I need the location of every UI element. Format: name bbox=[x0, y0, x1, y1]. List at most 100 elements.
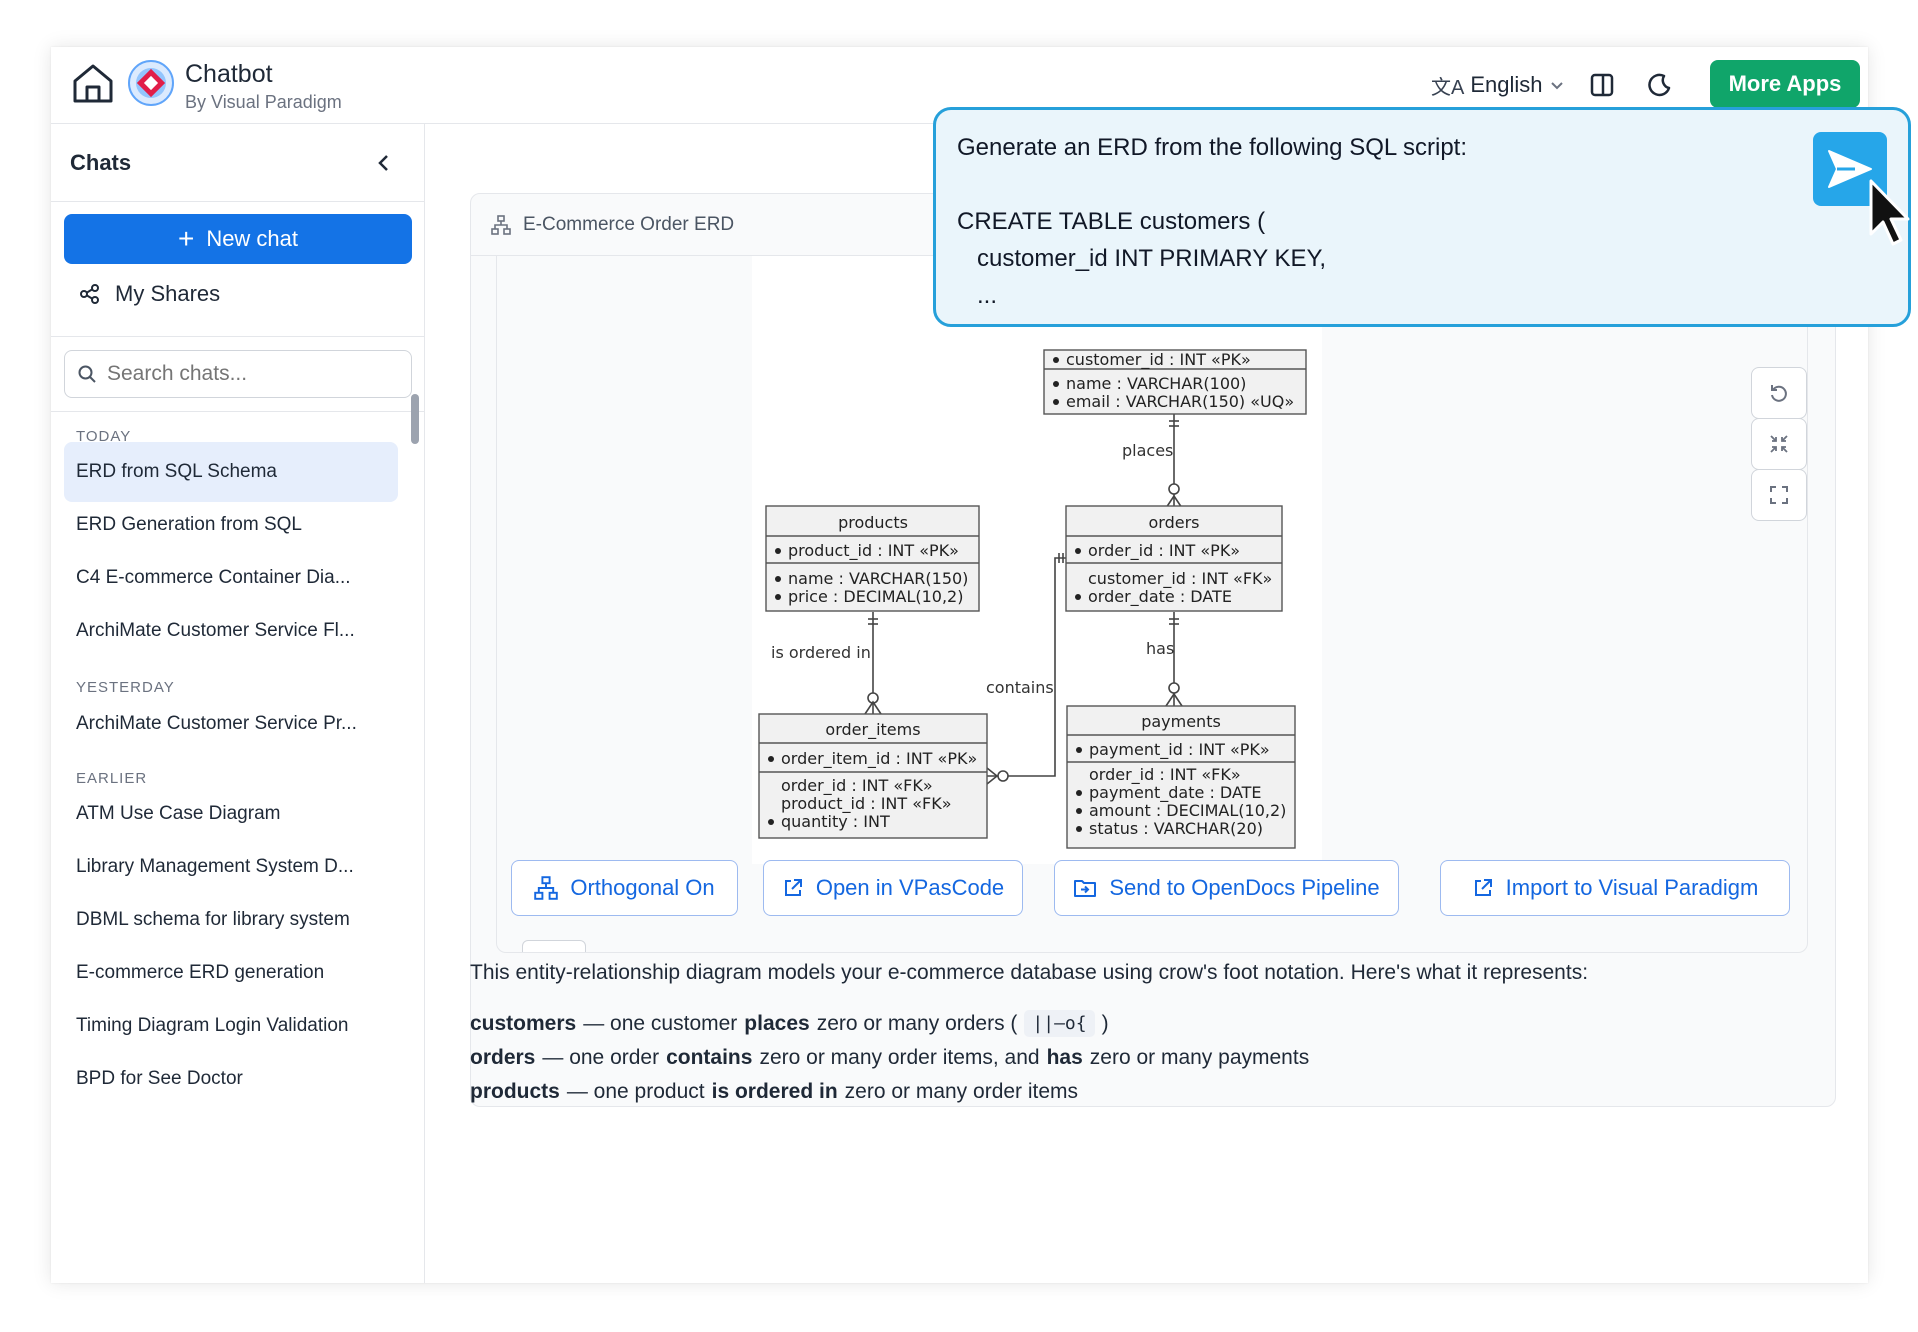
send-to-opendocs-button[interactable]: Send to OpenDocs Pipeline bbox=[1054, 860, 1399, 916]
entity-pk: order_item_id : INT «PK» bbox=[781, 749, 977, 769]
entity-orders[interactable]: orders order_id : INT «PK» customer_id :… bbox=[1065, 505, 1283, 612]
prompt-callout[interactable]: Generate an ERD from the following SQL s… bbox=[933, 107, 1911, 327]
verb-term: places bbox=[744, 1011, 810, 1035]
reset-view-button[interactable] bbox=[1751, 367, 1807, 419]
diagram-canvas[interactable]: places is ordered in contains has custom… bbox=[496, 256, 1808, 953]
translate-icon: 文A bbox=[1431, 76, 1465, 99]
notation-code: ||—o{ bbox=[1024, 1010, 1095, 1037]
app-subtitle: By Visual Paradigm bbox=[185, 92, 342, 112]
diagram-icon bbox=[534, 876, 559, 900]
chat-item[interactable]: Library Management System D... bbox=[64, 837, 398, 897]
response-line-products: products — one product is ordered in zer… bbox=[470, 1080, 1078, 1104]
response-text: zero or many orders ( bbox=[816, 1011, 1018, 1035]
erd-diagram: places is ordered in contains has custom… bbox=[752, 256, 1322, 864]
response-intro: This entity-relationship diagram models … bbox=[470, 961, 1589, 984]
chat-item[interactable]: DBML schema for library system bbox=[64, 890, 398, 950]
response-text: — one order bbox=[542, 1046, 660, 1069]
divider bbox=[51, 201, 424, 202]
import-vp-label: Import to Visual Paradigm bbox=[1505, 875, 1759, 900]
entity-name: products bbox=[838, 513, 908, 532]
entity-name: orders bbox=[1149, 513, 1200, 532]
open-vpascode-button[interactable]: Open in VPasCode bbox=[763, 860, 1023, 916]
folder-import-icon bbox=[1074, 880, 1097, 897]
entity-attribute: status : VARCHAR(20) bbox=[1089, 819, 1263, 838]
relation-label-has: has bbox=[1146, 639, 1174, 658]
entity-attribute: email : VARCHAR(150) «UQ» bbox=[1066, 392, 1294, 411]
entity-products[interactable]: products product_id : INT «PK» name : VA… bbox=[765, 505, 980, 612]
external-link-icon bbox=[784, 879, 802, 896]
entity-customers[interactable]: customer_id : INT «PK» name : VARCHAR(10… bbox=[1043, 349, 1307, 415]
entity-attribute: order_date : DATE bbox=[1088, 587, 1232, 607]
layout-toggle-button[interactable] bbox=[1586, 69, 1618, 101]
language-select[interactable]: 文A English bbox=[1431, 69, 1565, 101]
new-chat-label: New chat bbox=[206, 226, 299, 251]
entity-attribute: amount : DECIMAL(10,2) bbox=[1089, 801, 1286, 820]
entity-order-items[interactable]: order_items order_item_id : INT «PK» ord… bbox=[758, 713, 988, 839]
entity-term: customers bbox=[470, 1011, 577, 1035]
fit-to-screen-button[interactable] bbox=[1751, 418, 1807, 470]
more-apps-button[interactable]: More Apps bbox=[1710, 60, 1860, 108]
entity-attribute: order_id : INT «FK» bbox=[781, 776, 933, 796]
orthogonal-toggle-button[interactable]: Orthogonal On bbox=[511, 860, 738, 916]
chat-item[interactable]: Timing Diagram Login Validation bbox=[64, 996, 398, 1056]
fullscreen-button[interactable] bbox=[1751, 469, 1807, 521]
new-chat-button[interactable]: + New chat bbox=[64, 214, 412, 264]
response-text: ) bbox=[1101, 1011, 1109, 1035]
entity-attribute: name : VARCHAR(100) bbox=[1066, 374, 1246, 393]
my-shares-label: My Shares bbox=[115, 281, 221, 306]
chat-item[interactable]: ATM Use Case Diagram bbox=[64, 784, 398, 844]
share-icon bbox=[80, 284, 99, 304]
search-box[interactable] bbox=[64, 350, 412, 398]
entity-pk: product_id : INT «PK» bbox=[788, 541, 959, 561]
search-input[interactable] bbox=[107, 362, 387, 386]
fullscreen-icon bbox=[1770, 486, 1788, 504]
entity-payments[interactable]: payments payment_id : INT «PK» order_id … bbox=[1066, 705, 1296, 849]
response-line-customers: customers — one customer places zero or … bbox=[470, 1010, 1109, 1037]
entity-pk: order_id : INT «PK» bbox=[1088, 541, 1240, 561]
dark-mode-button[interactable] bbox=[1643, 69, 1675, 101]
chat-item[interactable]: ArchiMate Customer Service Pr... bbox=[64, 694, 398, 754]
prompt-text[interactable]: Generate an ERD from the following SQL s… bbox=[957, 129, 1467, 314]
sidebar-scrollbar[interactable] bbox=[411, 394, 419, 444]
chat-item[interactable]: ArchiMate Customer Service Fl... bbox=[64, 601, 398, 661]
relation-label-places: places bbox=[1122, 441, 1173, 460]
vpascode-label: Open in VPasCode bbox=[815, 875, 1005, 900]
entity-name: payments bbox=[1141, 712, 1221, 731]
minimize-icon bbox=[1770, 435, 1788, 453]
entity-attribute: product_id : INT «FK» bbox=[781, 794, 952, 814]
orthogonal-label: Orthogonal On bbox=[570, 875, 715, 900]
mouse-cursor-icon bbox=[1869, 179, 1910, 246]
moon-icon bbox=[1648, 73, 1671, 97]
verb-term: is ordered in bbox=[711, 1080, 838, 1103]
entity-pk: payment_id : INT «PK» bbox=[1089, 740, 1270, 760]
relation-label-is-ordered-in: is ordered in bbox=[771, 643, 871, 662]
rotate-ccw-icon bbox=[1771, 385, 1787, 402]
chat-item[interactable]: E-commerce ERD generation bbox=[64, 943, 398, 1003]
chat-item[interactable]: ERD Generation from SQL bbox=[64, 495, 398, 555]
entity-attribute: quantity : INT bbox=[781, 812, 890, 831]
zoom-level-badge: 90% bbox=[522, 940, 586, 952]
divider bbox=[51, 411, 424, 412]
entity-name: order_items bbox=[825, 720, 920, 740]
verb-term: contains bbox=[666, 1046, 753, 1069]
diagram-title: E-Commerce Order ERD bbox=[523, 213, 735, 235]
opendocs-label: Send to OpenDocs Pipeline bbox=[1109, 875, 1380, 900]
my-shares-link[interactable]: My Shares bbox=[79, 274, 220, 314]
import-visual-paradigm-button[interactable]: Import to Visual Paradigm bbox=[1440, 860, 1790, 916]
collapse-sidebar-icon[interactable] bbox=[369, 148, 399, 178]
chat-item[interactable]: BPD for See Doctor bbox=[64, 1049, 398, 1109]
response-text: zero or many order items bbox=[844, 1080, 1079, 1103]
chat-item[interactable]: C4 E-commerce Container Dia... bbox=[64, 548, 398, 608]
diagram-icon bbox=[491, 214, 511, 235]
home-icon[interactable] bbox=[71, 61, 115, 105]
sidebar-panel-icon bbox=[1590, 73, 1614, 97]
chat-item[interactable]: ERD from SQL Schema bbox=[64, 442, 398, 502]
entity-attribute: name : VARCHAR(150) bbox=[788, 569, 968, 588]
visual-paradigm-logo-icon bbox=[128, 60, 174, 106]
chevron-down-icon bbox=[1550, 82, 1563, 90]
entity-term: orders bbox=[470, 1046, 536, 1069]
sidebar: Chats + New chat My Shares TODAY ERD fro… bbox=[51, 124, 425, 1283]
response-text: — one customer bbox=[583, 1011, 738, 1035]
entity-attribute: order_id : INT «FK» bbox=[1089, 765, 1241, 785]
chats-heading: Chats bbox=[70, 150, 132, 175]
